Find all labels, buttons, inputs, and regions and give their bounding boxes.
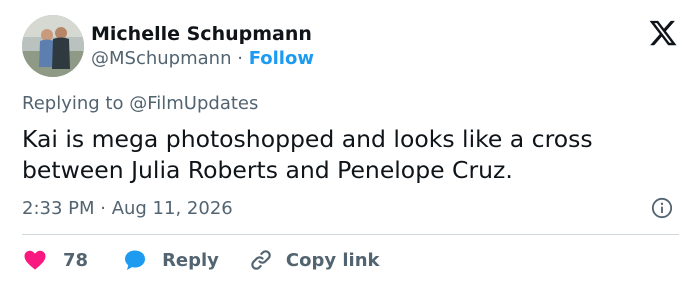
like-count: 78 [63, 249, 89, 271]
author-handle-row: @MSchupmann · Follow [91, 48, 314, 69]
reply-button[interactable]: Reply [122, 248, 219, 272]
reply-bubble-icon [125, 250, 146, 270]
divider [22, 234, 679, 235]
replying-to: Replying to @FilmUpdates [22, 93, 258, 114]
link-icon [251, 250, 271, 270]
separator-dot: · [237, 48, 243, 69]
x-logo-icon[interactable] [648, 18, 678, 48]
author-handle[interactable]: @MSchupmann [91, 48, 231, 69]
info-icon[interactable] [651, 197, 673, 219]
replying-to-prefix: Replying to [22, 93, 124, 114]
heart-icon [24, 250, 46, 270]
reply-label: Reply [162, 249, 219, 271]
tweet-text: Kai is mega photoshopped and looks like … [22, 125, 593, 184]
replying-to-mention[interactable]: @FilmUpdates [129, 93, 258, 114]
author-name[interactable]: Michelle Schupmann [91, 23, 312, 45]
tweet-timestamp[interactable]: 2:33 PM · Aug 11, 2026 [22, 198, 233, 219]
copy-link-button[interactable]: Copy link [249, 248, 380, 272]
follow-button[interactable]: Follow [249, 48, 314, 69]
avatar[interactable] [22, 15, 84, 77]
avatar-photo [22, 15, 84, 77]
action-bar: 78 Reply Copy link [22, 247, 380, 273]
copy-link-label: Copy link [285, 249, 380, 271]
like-button[interactable]: 78 [22, 248, 88, 272]
